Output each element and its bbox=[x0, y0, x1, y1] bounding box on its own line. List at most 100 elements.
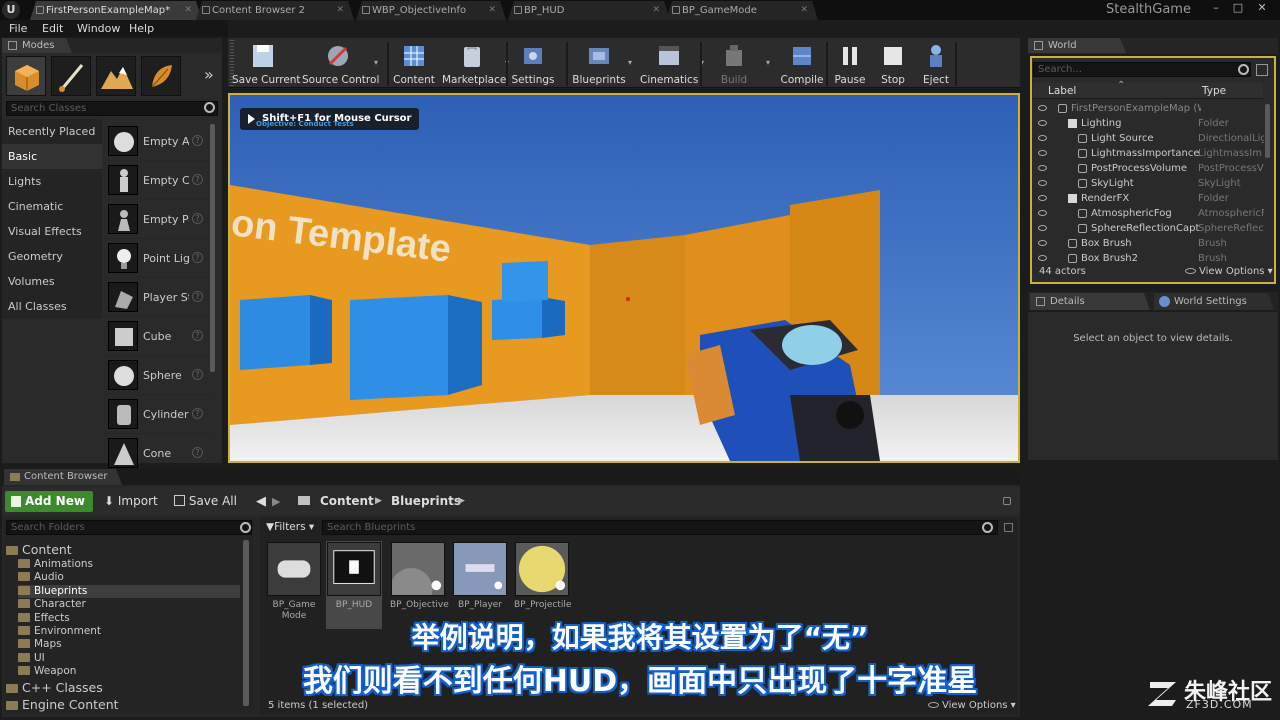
category-lights[interactable]: Lights bbox=[2, 169, 102, 194]
outliner-search-input[interactable]: Search... bbox=[1033, 62, 1251, 77]
class-item[interactable]: Empty Ch? bbox=[104, 161, 209, 200]
menu-edit[interactable]: Edit bbox=[42, 22, 63, 35]
build-button[interactable]: Build bbox=[716, 40, 752, 88]
class-item[interactable]: Empty Ac? bbox=[104, 122, 209, 161]
expand-modes-icon[interactable]: » bbox=[204, 65, 214, 84]
eject-button[interactable]: Eject bbox=[918, 40, 954, 88]
world-settings-tab[interactable]: World Settings bbox=[1154, 293, 1274, 310]
breadcrumb-content[interactable]: Content bbox=[320, 491, 374, 512]
place-mode-button[interactable] bbox=[6, 56, 46, 96]
doc-tab-2[interactable]: WBP_ObjectiveInfo ✕ bbox=[356, 1, 506, 20]
outliner-row[interactable]: FirstPersonExampleMap (World bbox=[1034, 101, 1264, 116]
level-viewport[interactable]: on Template bbox=[228, 93, 1020, 463]
category-geometry[interactable]: Geometry bbox=[2, 244, 102, 269]
outliner-row[interactable]: RenderFX Folder bbox=[1034, 191, 1264, 206]
content-button[interactable]: Content bbox=[392, 40, 436, 88]
folder-item[interactable]: Animations bbox=[18, 558, 240, 571]
visibility-eye-icon[interactable] bbox=[1038, 135, 1047, 141]
minimize-button[interactable]: – bbox=[1208, 0, 1224, 16]
folder-item[interactable]: C++ Classes bbox=[6, 679, 242, 696]
visibility-eye-icon[interactable] bbox=[1038, 165, 1047, 171]
add-new-button[interactable]: Add New ▾ bbox=[5, 491, 93, 528]
outliner-row[interactable]: SkyLight SkyLight bbox=[1034, 176, 1264, 191]
source-control-button[interactable]: Source Control bbox=[302, 40, 379, 88]
outliner-row[interactable]: PostProcessVolume PostProcessV bbox=[1034, 161, 1264, 176]
visibility-eye-icon[interactable] bbox=[1038, 240, 1047, 246]
help-icon[interactable]: ? bbox=[192, 213, 203, 224]
blueprints-button[interactable]: Blueprints bbox=[572, 40, 626, 88]
help-icon[interactable]: ? bbox=[192, 330, 203, 341]
outliner-row[interactable]: AtmosphericFog AtmosphericF bbox=[1034, 206, 1264, 221]
outliner-row[interactable]: SphereReflectionCapt SphereReflec bbox=[1034, 221, 1264, 236]
menu-help[interactable]: Help bbox=[129, 22, 154, 35]
folder-item[interactable]: Engine Content bbox=[6, 696, 242, 713]
help-icon[interactable]: ? bbox=[192, 408, 203, 419]
folder-item[interactable]: Audio bbox=[18, 571, 240, 584]
content-browser-tab[interactable]: Content Browser 1 bbox=[4, 469, 122, 485]
folder-item[interactable]: Maps bbox=[18, 638, 240, 651]
back-arrow-icon[interactable]: ◀ bbox=[256, 491, 266, 512]
folder-item[interactable]: Content bbox=[6, 541, 242, 558]
stop-button[interactable]: Stop bbox=[876, 40, 910, 88]
class-item[interactable]: Point Lig? bbox=[104, 239, 209, 278]
modes-tab[interactable]: Modes bbox=[2, 38, 72, 53]
help-icon[interactable]: ? bbox=[192, 369, 203, 380]
folder-item[interactable]: Blueprints bbox=[18, 584, 240, 598]
outliner-row[interactable]: LightmassImportance LightmassIm bbox=[1034, 146, 1264, 161]
doc-tab-1[interactable]: Content Browser 2 ✕ bbox=[196, 1, 354, 20]
help-icon[interactable]: ? bbox=[192, 174, 203, 185]
close-window-button[interactable]: ✕ bbox=[1254, 0, 1270, 16]
visibility-eye-icon[interactable] bbox=[1038, 195, 1047, 201]
close-tab-icon[interactable]: ✕ bbox=[184, 1, 192, 20]
category-volumes[interactable]: Volumes bbox=[2, 269, 102, 294]
folder-item[interactable]: Environment bbox=[18, 625, 240, 638]
classes-scrollbar[interactable] bbox=[210, 124, 215, 372]
visibility-eye-icon[interactable] bbox=[1038, 225, 1047, 231]
outliner-scrollbar[interactable] bbox=[1265, 104, 1270, 158]
doc-tab-3[interactable]: BP_HUD ✕ bbox=[508, 1, 670, 20]
class-item[interactable]: Empty Pa? bbox=[104, 200, 209, 239]
cinematics-button[interactable]: Cinematics bbox=[640, 40, 698, 88]
folder-item[interactable]: UI bbox=[18, 652, 240, 665]
help-icon[interactable]: ? bbox=[192, 291, 203, 302]
visibility-eye-icon[interactable] bbox=[1038, 180, 1047, 186]
help-icon[interactable]: ? bbox=[192, 447, 203, 458]
class-item[interactable]: Cylinder? bbox=[104, 395, 209, 434]
import-button[interactable]: ⬇ Import bbox=[104, 491, 158, 512]
close-tab-icon[interactable]: ✕ bbox=[652, 1, 660, 20]
close-tab-icon[interactable]: ✕ bbox=[488, 1, 496, 20]
visibility-eye-icon[interactable] bbox=[1038, 255, 1047, 261]
asset-view-options[interactable]: View Options ▾ bbox=[928, 700, 1016, 711]
class-item[interactable]: Player St? bbox=[104, 278, 209, 317]
build-dropdown-icon[interactable]: ▾ bbox=[766, 58, 770, 67]
visibility-eye-icon[interactable] bbox=[1038, 120, 1047, 126]
category-basic[interactable]: Basic bbox=[2, 144, 102, 169]
category-cinematic[interactable]: Cinematic bbox=[2, 194, 102, 219]
visibility-eye-icon[interactable] bbox=[1038, 150, 1047, 156]
menu-file[interactable]: File bbox=[9, 22, 27, 35]
outliner-row[interactable]: Box Brush Brush bbox=[1034, 236, 1264, 251]
blueprints-dropdown-icon[interactable]: ▾ bbox=[628, 58, 632, 67]
outliner-row[interactable]: Box Brush2 Brush bbox=[1034, 251, 1264, 266]
details-tab[interactable]: Details bbox=[1030, 293, 1150, 310]
class-item[interactable]: Sphere? bbox=[104, 356, 209, 395]
category-visual-effects[interactable]: Visual Effects bbox=[2, 219, 102, 244]
close-tab-icon[interactable]: ✕ bbox=[336, 1, 344, 20]
breadcrumb-blueprints[interactable]: Blueprints bbox=[391, 491, 461, 512]
help-icon[interactable]: ? bbox=[192, 135, 203, 146]
save-all-button[interactable]: Save All bbox=[174, 491, 237, 512]
search-blueprints-input[interactable]: Search Blueprints bbox=[322, 520, 998, 535]
doc-tab-4[interactable]: BP_GameMode ✕ bbox=[666, 1, 818, 20]
marketplace-button[interactable]: Marketplace bbox=[442, 40, 506, 88]
path-root-icon[interactable] bbox=[298, 491, 310, 512]
save-current-button[interactable]: Save Current bbox=[232, 40, 301, 88]
paint-mode-button[interactable] bbox=[51, 56, 91, 96]
folder-item[interactable]: Effects bbox=[18, 612, 240, 625]
outliner-settings-icon[interactable] bbox=[1256, 64, 1268, 76]
foliage-mode-button[interactable] bbox=[141, 56, 181, 96]
visibility-eye-icon[interactable] bbox=[1038, 210, 1047, 216]
forward-arrow-icon[interactable]: ▶ bbox=[272, 491, 280, 512]
outliner-row[interactable]: Lighting Folder bbox=[1034, 116, 1264, 131]
compile-button[interactable]: Compile bbox=[780, 40, 824, 88]
category-all-classes[interactable]: All Classes bbox=[2, 294, 102, 319]
